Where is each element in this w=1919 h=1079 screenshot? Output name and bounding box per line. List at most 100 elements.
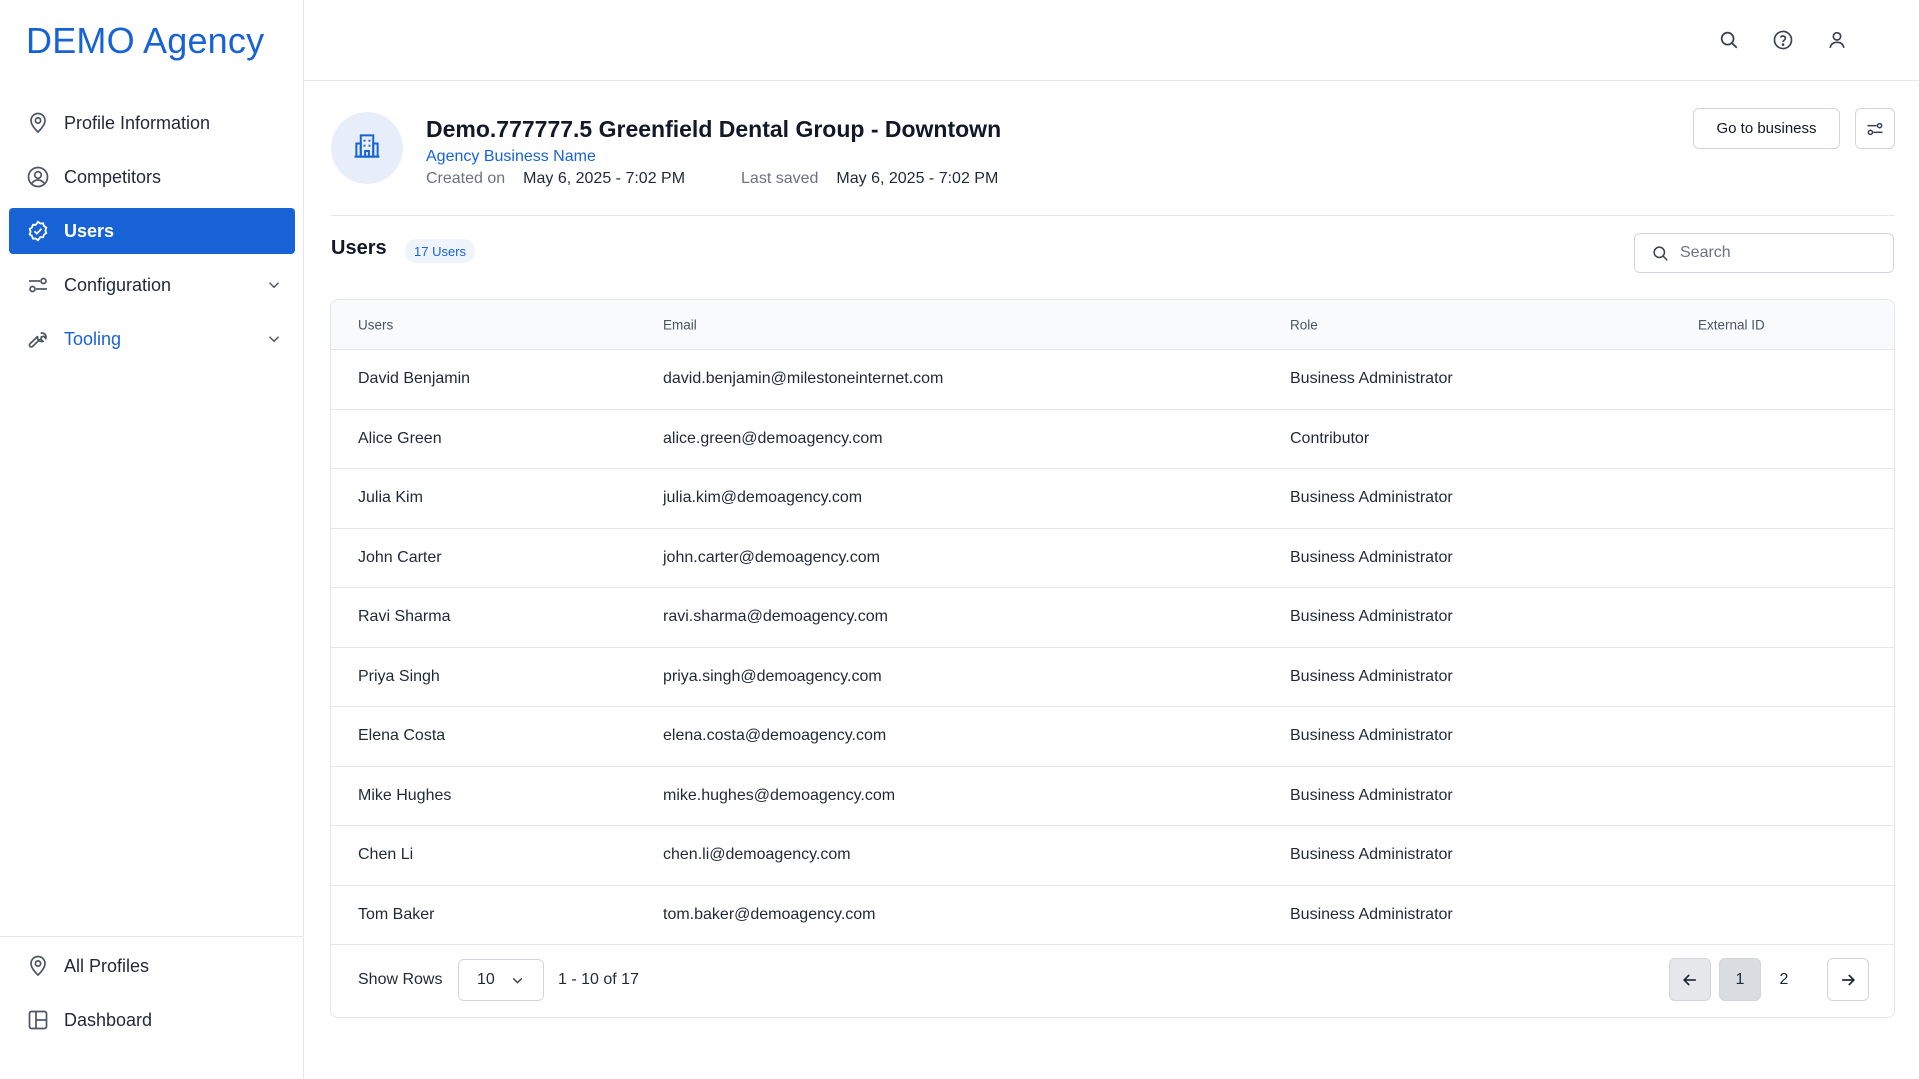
user-email-cell: elena.costa@demoagency.com — [663, 727, 887, 745]
sliders-icon — [1865, 119, 1885, 139]
search-icon[interactable] — [1715, 26, 1743, 54]
agency-business-name-link[interactable]: Agency Business Name — [426, 148, 596, 166]
sidebar-item-tooling[interactable]: Tooling — [9, 316, 295, 362]
user-role-cell: Business Administrator — [1290, 905, 1453, 923]
next-page-button[interactable] — [1827, 958, 1869, 1001]
sidebar: DEMO Agency Profile Information Competit… — [0, 0, 304, 1079]
pagination-range: 1 - 10 of 17 — [558, 971, 639, 988]
user-circle-icon — [25, 164, 51, 190]
table-row[interactable]: John Carter john.carter@demoagency.com B… — [331, 529, 1894, 588]
user-name-cell: Alice Green — [358, 429, 442, 447]
arrow-left-icon — [1680, 970, 1700, 990]
user-role-cell: Business Administrator — [1290, 608, 1453, 626]
user-email-cell: priya.singh@demoagency.com — [663, 667, 882, 685]
sidebar-item-competitors[interactable]: Competitors — [9, 154, 295, 200]
sidebar-nav: Profile Information Competitors Users Co… — [9, 100, 295, 370]
sidebar-item-dashboard[interactable]: Dashboard — [9, 997, 295, 1043]
user-email-cell: mike.hughes@demoagency.com — [663, 786, 896, 804]
saved-label: Last saved — [741, 170, 819, 187]
sidebar-item-label: Dashboard — [64, 1009, 153, 1030]
sidebar-item-label: Users — [64, 220, 115, 241]
rows-per-page-select[interactable]: 10 — [458, 959, 544, 1001]
show-rows-label: Show Rows — [358, 971, 443, 988]
sidebar-item-label: Competitors — [64, 166, 162, 187]
sidebar-item-label: All Profiles — [64, 955, 150, 976]
table-row[interactable]: Alice Green alice.green@demoagency.com C… — [331, 410, 1894, 469]
help-icon[interactable] — [1769, 26, 1797, 54]
users-section-title: Users — [331, 237, 387, 259]
chevron-down-icon[interactable] — [265, 330, 283, 348]
user-role-cell: Business Administrator — [1290, 667, 1453, 685]
chevron-down-icon[interactable] — [265, 276, 283, 294]
previous-page-button[interactable] — [1669, 958, 1711, 1001]
sidebar-item-label: Configuration — [64, 274, 172, 295]
user-email-cell: tom.baker@demoagency.com — [663, 905, 876, 923]
user-name-cell: Chen Li — [358, 846, 414, 864]
page-title: Demo.777777.5 Greenfield Dental Group - … — [426, 116, 1002, 142]
page-button-2[interactable]: 2 — [1763, 958, 1805, 1001]
user-email-cell: david.benjamin@milestoneinternet.com — [663, 370, 944, 388]
sidebar-bottom-nav: All Profiles Dashboard — [9, 937, 295, 1051]
user-role-cell: Contributor — [1290, 429, 1370, 447]
search-input[interactable] — [1680, 244, 1880, 262]
table-row[interactable]: Priya Singh priya.singh@demoagency.com B… — [331, 648, 1894, 707]
map-pin-icon — [25, 110, 51, 136]
user-name-cell: Mike Hughes — [358, 786, 452, 804]
table-row[interactable]: Julia Kim julia.kim@demoagency.com Busin… — [331, 469, 1894, 529]
arrow-right-icon — [1838, 970, 1858, 990]
user-name-cell: John Carter — [358, 548, 442, 566]
user-email-cell: john.carter@demoagency.com — [663, 548, 880, 566]
search-icon — [1651, 244, 1670, 263]
table-header: Users Email Role External ID — [331, 300, 1894, 350]
business-avatar — [331, 112, 403, 184]
user-email-cell: ravi.sharma@demoagency.com — [663, 608, 888, 626]
user-role-cell: Business Administrator — [1290, 846, 1453, 864]
sidebar-item-all-profiles[interactable]: All Profiles — [9, 943, 295, 989]
agency-logo[interactable]: DEMO Agency — [26, 20, 264, 62]
sidebar-item-label: Profile Information — [64, 112, 211, 133]
sidebar-item-profile-information[interactable]: Profile Information — [9, 100, 295, 146]
page-button-1[interactable]: 1 — [1719, 958, 1761, 1001]
wrench-icon — [25, 326, 51, 352]
business-meta: Created on May 6, 2025 - 7:02 PM Last sa… — [426, 170, 1054, 188]
table-row[interactable]: Chen Li chen.li@demoagency.com Business … — [331, 826, 1894, 886]
column-header-users[interactable]: Users — [358, 317, 393, 332]
table-row[interactable]: Elena Costa elena.costa@demoagency.com B… — [331, 707, 1894, 767]
user-icon[interactable] — [1823, 26, 1851, 54]
user-role-cell: Business Administrator — [1290, 548, 1453, 566]
table-row[interactable]: David Benjamin david.benjamin@milestonei… — [331, 350, 1894, 410]
sidebar-item-users[interactable]: Users — [9, 208, 295, 254]
saved-value: May 6, 2025 - 7:02 PM — [836, 170, 999, 187]
user-name-cell: Tom Baker — [358, 905, 435, 923]
layout-icon — [25, 1007, 51, 1033]
user-name-cell: Julia Kim — [358, 489, 423, 507]
table-row[interactable]: Tom Baker tom.baker@demoagency.com Busin… — [331, 886, 1894, 945]
table-row[interactable]: Ravi Sharma ravi.sharma@demoagency.com B… — [331, 588, 1894, 648]
rows-per-page-value: 10 — [477, 971, 495, 988]
chevron-down-icon — [509, 972, 526, 989]
map-pin-icon — [25, 953, 51, 979]
sidebar-item-configuration[interactable]: Configuration — [9, 262, 295, 308]
go-to-business-button[interactable]: Go to business — [1693, 108, 1840, 149]
top-bar — [304, 0, 1919, 81]
table-row[interactable]: Mike Hughes mike.hughes@demoagency.com B… — [331, 767, 1894, 826]
search-box[interactable] — [1634, 233, 1894, 273]
user-role-cell: Business Administrator — [1290, 727, 1453, 745]
users-count-badge: 17 Users — [405, 239, 476, 263]
user-name-cell: Priya Singh — [358, 667, 440, 685]
column-header-role[interactable]: Role — [1290, 317, 1318, 332]
user-name-cell: David Benjamin — [358, 370, 471, 388]
user-role-cell: Business Administrator — [1290, 489, 1453, 507]
business-header: Demo.777777.5 Greenfield Dental Group - … — [331, 108, 1895, 216]
user-role-cell: Business Administrator — [1290, 786, 1453, 804]
column-header-email[interactable]: Email — [663, 317, 697, 332]
sidebar-item-label: Tooling — [64, 328, 122, 349]
user-email-cell: julia.kim@demoagency.com — [663, 489, 863, 507]
check-circle-icon — [25, 218, 51, 244]
user-email-cell: chen.li@demoagency.com — [663, 846, 851, 864]
settings-toggle-button[interactable] — [1855, 108, 1895, 149]
column-header-external-id[interactable]: External ID — [1698, 317, 1765, 332]
table-footer: Show Rows 10 1 - 10 of 17 1 2 — [331, 945, 1894, 1017]
user-name-cell: Ravi Sharma — [358, 608, 451, 626]
created-label: Created on — [426, 170, 506, 187]
